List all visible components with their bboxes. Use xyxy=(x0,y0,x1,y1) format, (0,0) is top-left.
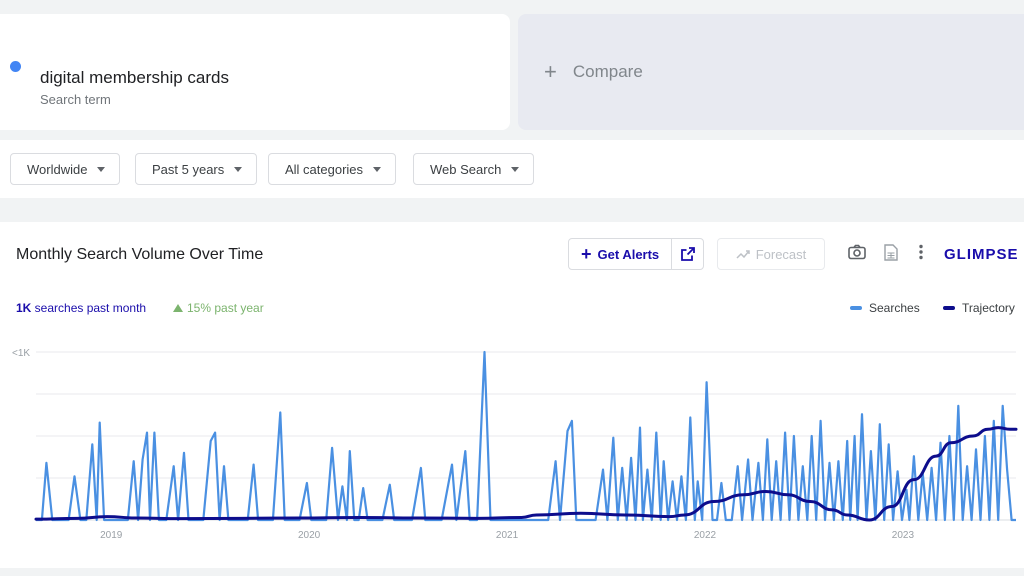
x-tick-label-2022: 2022 xyxy=(694,530,717,541)
search-volume-chart: <1K 2019 2020 2021 2022 2023 xyxy=(12,348,1018,541)
compare-button[interactable]: + Compare xyxy=(518,14,1024,130)
search-term-card[interactable]: digital membership cards Search term xyxy=(0,14,510,130)
chevron-down-icon xyxy=(234,166,243,172)
search-type-filter-label: Web Search xyxy=(430,161,502,177)
plus-icon: + xyxy=(544,59,557,84)
category-filter-label: All categories xyxy=(285,161,364,177)
term-color-dot xyxy=(10,61,21,72)
chevron-down-icon xyxy=(511,166,520,172)
location-filter-label: Worldwide xyxy=(27,161,88,177)
x-tick-label-2021: 2021 xyxy=(496,530,519,541)
x-tick-label-2020: 2020 xyxy=(298,530,321,541)
search-term-sublabel: Search term xyxy=(40,92,111,107)
y-tick-label: <1K xyxy=(12,348,30,359)
search-volume-panel: Monthly Search Volume Over Time + Get Al… xyxy=(0,222,1024,568)
category-filter[interactable]: All categories xyxy=(268,153,397,185)
filter-bar: Worldwide Past 5 years All categories We… xyxy=(0,140,1024,198)
location-filter[interactable]: Worldwide xyxy=(10,153,121,185)
chevron-down-icon xyxy=(97,166,106,172)
search-type-filter[interactable]: Web Search xyxy=(413,153,535,185)
chevron-down-icon xyxy=(373,166,382,172)
search-term-text[interactable]: digital membership cards xyxy=(40,68,229,88)
x-tick-label-2023: 2023 xyxy=(892,530,915,541)
time-range-filter-label: Past 5 years xyxy=(152,161,225,177)
time-range-filter[interactable]: Past 5 years xyxy=(135,153,258,185)
x-tick-label-2019: 2019 xyxy=(100,530,123,541)
compare-label: Compare xyxy=(572,62,643,81)
